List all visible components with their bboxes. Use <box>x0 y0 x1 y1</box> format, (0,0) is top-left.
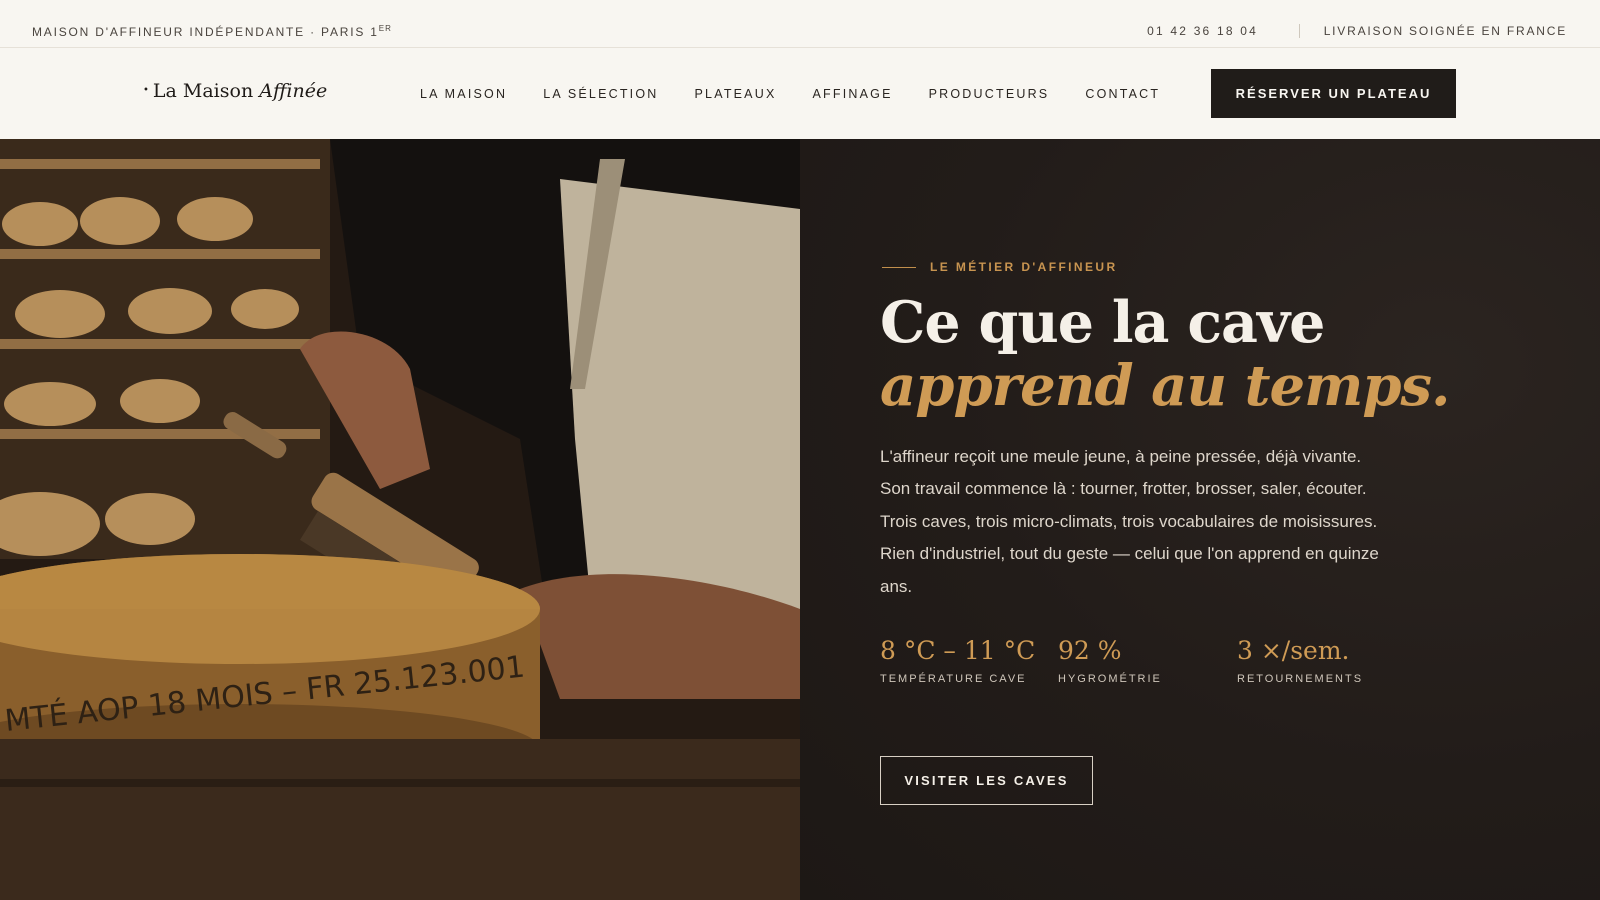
tagline-text: MAISON D'AFFINEUR INDÉPENDANTE · PARIS 1 <box>32 25 379 39</box>
utility-bar: MAISON D'AFFINEUR INDÉPENDANTE · PARIS 1… <box>0 0 1600 48</box>
stat-value: 92 % <box>1058 636 1122 665</box>
nav-item-affinage[interactable]: AFFINAGE <box>813 87 893 101</box>
eyebrow: LE MÉTIER D'AFFINEUR <box>882 260 1118 274</box>
logo-name-italic: Affinée <box>259 80 328 102</box>
stat-value: 3 ×/sem. <box>1237 636 1350 665</box>
phone-link[interactable]: 01 42 36 18 04 <box>1147 24 1258 38</box>
reserve-platter-button[interactable]: RÉSERVER UN PLATEAU <box>1211 69 1456 118</box>
logo-name: La Maison <box>152 80 254 102</box>
nav-item-producteurs[interactable]: PRODUCTEURS <box>929 87 1050 101</box>
photo-illustration: MTÉ AOP 18 MOIS – FR 25.123.001 <box>0 139 800 900</box>
hero-title-line2: apprend au temps. <box>880 353 1451 419</box>
stat-humidity: 92 % HYGROMÉTRIE <box>1058 636 1162 685</box>
stat-turnings: 3 ×/sem. RETOURNEMENTS <box>1237 636 1363 685</box>
nav-item-contact[interactable]: CONTACT <box>1085 87 1160 101</box>
hero-body-text: L'affineur reçoit une meule jeune, à pei… <box>880 447 1379 596</box>
stat-label: TEMPÉRATURE CAVE <box>880 673 1027 685</box>
stat-label: RETOURNEMENTS <box>1237 673 1364 685</box>
stat-temperature: 8 °C – 11 °C TEMPÉRATURE CAVE <box>880 636 1035 685</box>
tagline-superscript: ER <box>378 24 392 33</box>
eyebrow-text: LE MÉTIER D'AFFINEUR <box>930 260 1118 274</box>
logo-dot: • <box>143 85 149 96</box>
nav-item-la-selection[interactable]: LA SÉLECTION <box>543 87 658 101</box>
primary-nav: LA MAISON LA SÉLECTION PLATEAUX AFFINAGE… <box>420 87 1196 101</box>
story-panel: LE MÉTIER D'AFFINEUR Ce que la cave appr… <box>800 139 1600 900</box>
divider <box>1299 24 1300 38</box>
eyebrow-rule <box>882 266 916 268</box>
shipping-note: LIVRAISON SOIGNÉE EN FRANCE <box>1323 24 1567 38</box>
main-nav-bar: • La Maison Affinée LA MAISON LA SÉLECTIO… <box>0 48 1600 139</box>
hero-title-line1: Ce que la cave <box>880 289 1325 356</box>
brand-logo[interactable]: • La Maison Affinée <box>143 80 327 102</box>
hero-section: MTÉ AOP 18 MOIS – FR 25.123.001 LE MÉTIE… <box>0 139 1600 900</box>
stat-value: 8 °C – 11 °C <box>880 636 1036 665</box>
nav-item-plateaux[interactable]: PLATEAUX <box>695 87 777 101</box>
nav-item-la-maison[interactable]: LA MAISON <box>420 87 507 101</box>
affineur-brushing-cheese-photo: MTÉ AOP 18 MOIS – FR 25.123.001 <box>0 139 800 900</box>
stat-label: HYGROMÉTRIE <box>1058 673 1162 685</box>
tagline: MAISON D'AFFINEUR INDÉPENDANTE · PARIS 1… <box>32 24 392 39</box>
visit-cellars-button[interactable]: VISITER LES CAVES <box>880 756 1093 805</box>
